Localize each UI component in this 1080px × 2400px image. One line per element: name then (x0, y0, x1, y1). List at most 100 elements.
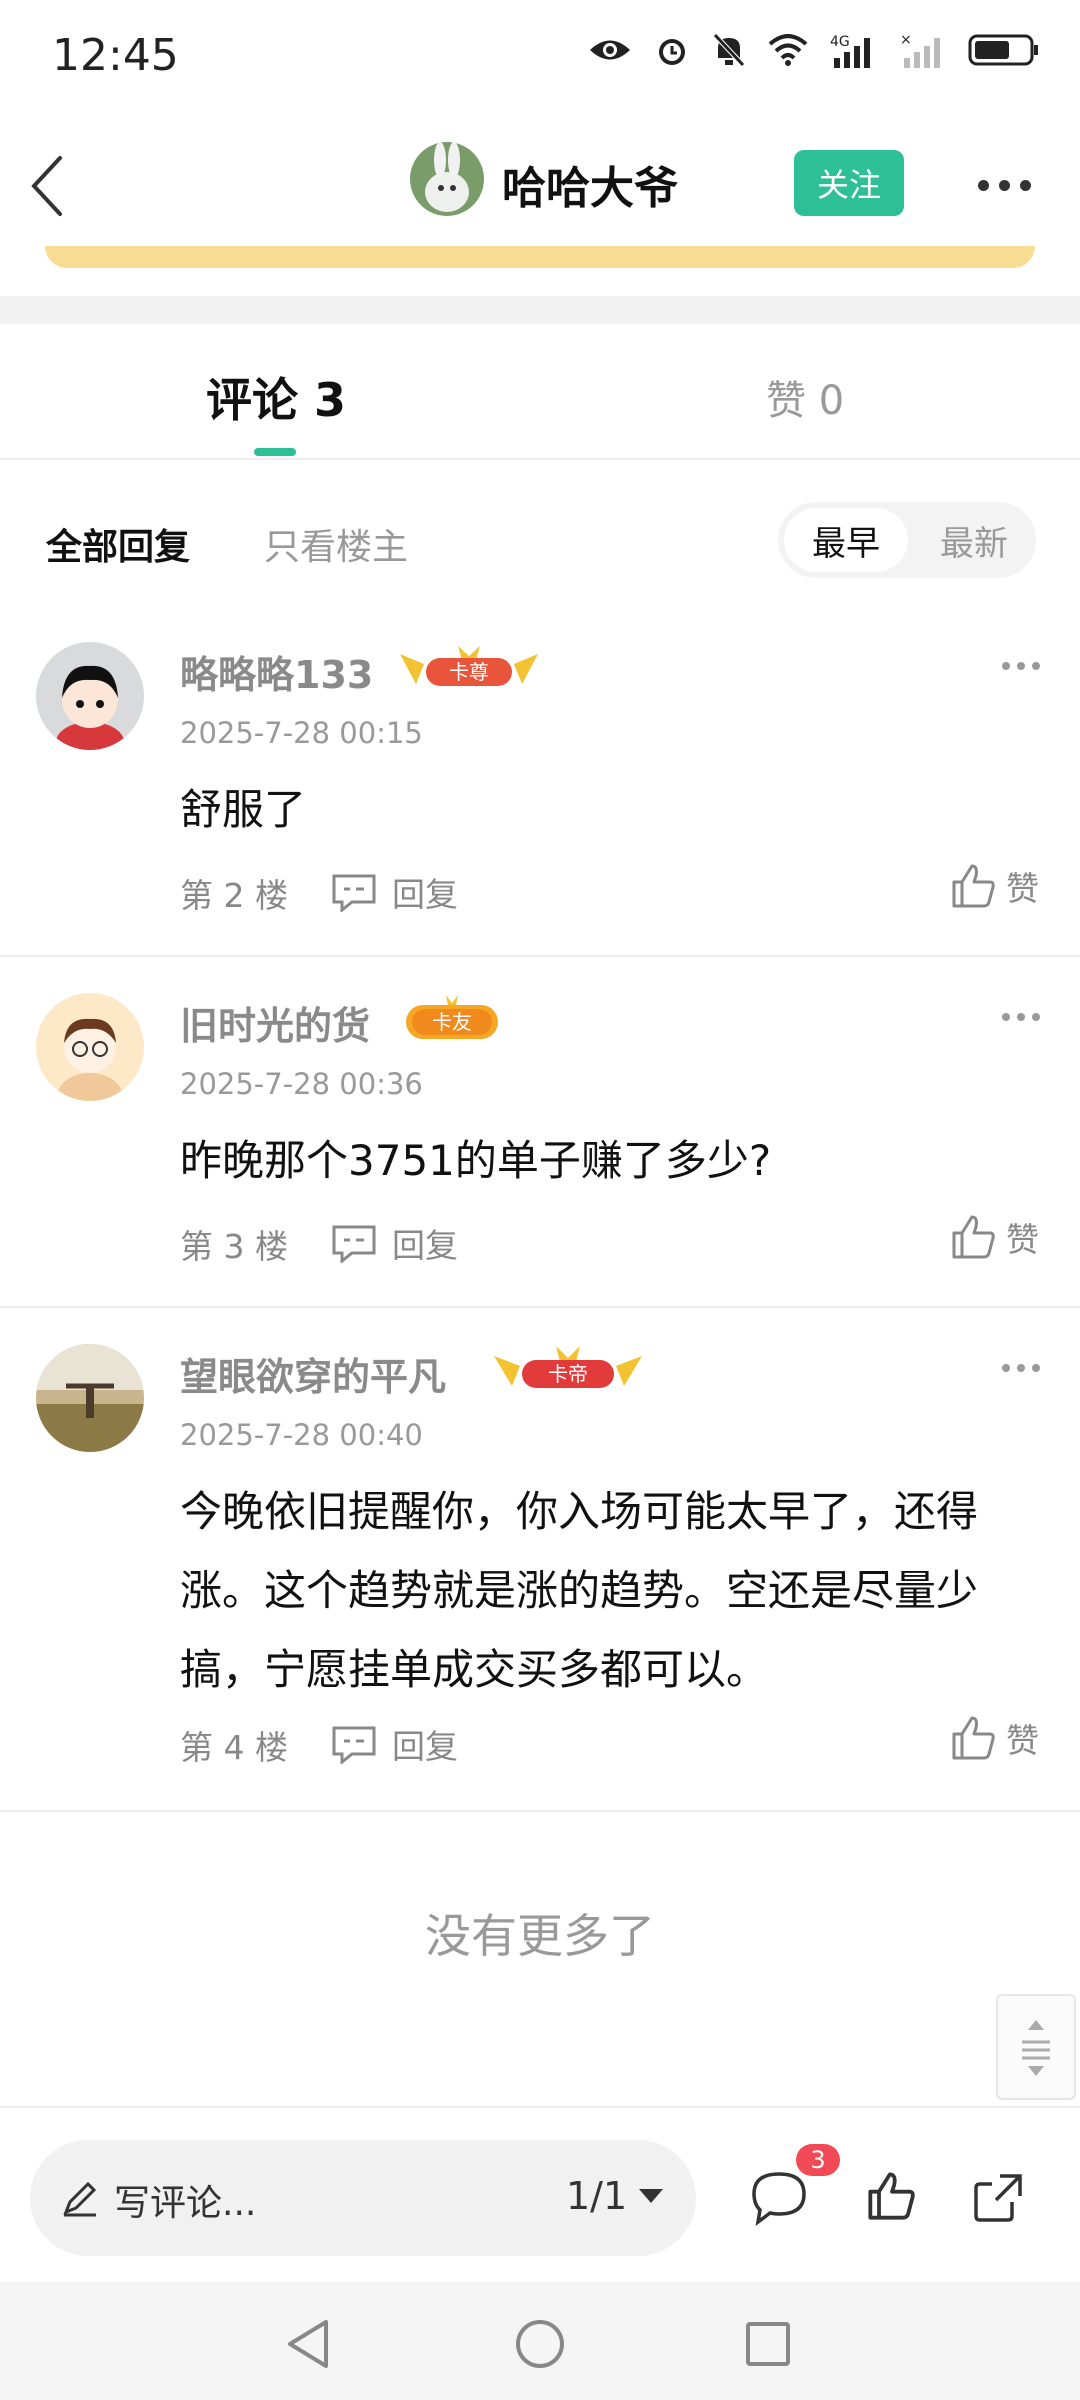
svg-text:4G: 4G (830, 34, 850, 50)
svg-text:卡友: 卡友 (432, 1010, 472, 1034)
comment-divider (0, 955, 1080, 957)
commenter-username[interactable]: 旧时光的货 (180, 995, 370, 1050)
scroll-handle-button[interactable] (996, 1994, 1076, 2100)
more-options-button[interactable] (978, 170, 1038, 200)
like-button[interactable]: 赞 (950, 1213, 1039, 1261)
like-label: 赞 (1006, 1721, 1039, 1760)
comment-time: 2025-7-28 00:40 (180, 1418, 423, 1452)
comment-bubble-icon (752, 2172, 806, 2227)
caret-down-icon (639, 2189, 664, 2203)
comment-divider (0, 1810, 1080, 1812)
bottom-action-bar: 写评论... 1/1 3 (0, 2106, 1080, 2284)
commenter-avatar[interactable] (36, 642, 144, 750)
system-nav-bar (0, 2282, 1080, 2400)
nav-back-icon[interactable] (284, 2318, 332, 2370)
reply-icon (332, 1225, 376, 1263)
status-icons: 4G × (588, 32, 1040, 68)
alarm-icon (659, 39, 685, 65)
reply-label: 回复 (392, 1226, 458, 1265)
signal-weak-icon: × (900, 32, 940, 68)
comments-button[interactable] (750, 2170, 808, 2230)
commenter-avatar[interactable] (36, 993, 144, 1101)
comment-divider (0, 1306, 1080, 1308)
thumbs-up-icon (868, 2172, 915, 2220)
nav-recents-icon[interactable] (744, 2320, 792, 2368)
comment-text: 昨晚那个3751的单子赚了多少? (180, 1136, 772, 1185)
commenter-avatar[interactable] (36, 1344, 144, 1452)
comment-input-placeholder: 写评论... (114, 2183, 257, 2224)
chevron-left-icon (31, 156, 62, 216)
comment-text: 今晚依旧提醒你，你入场可能太早了，还得涨。这个趋势就是涨的趋势。空还是尽量少搞，… (180, 1487, 979, 1694)
author-avatar[interactable] (410, 142, 484, 216)
eye-icon (590, 40, 630, 60)
comment-text: 舒服了 (180, 785, 307, 834)
section-divider (0, 296, 1080, 324)
thumbs-up-icon (952, 864, 995, 908)
dot-icon (978, 179, 989, 191)
member-badge: 卡帝 (490, 1344, 646, 1394)
reply-button[interactable]: 回复 (330, 1720, 458, 1768)
share-button[interactable] (970, 2170, 1026, 2230)
floor-number: 第 4 楼 (180, 1728, 288, 1767)
share-icon (974, 2174, 1022, 2222)
comment-time: 2025-7-28 00:15 (180, 716, 423, 750)
follow-button[interactable]: 关注 (794, 150, 904, 216)
svg-text:卡帝: 卡帝 (548, 1362, 588, 1386)
reply-icon (332, 874, 376, 912)
author-name[interactable]: 哈哈大爷 (502, 152, 678, 216)
svg-text:×: × (900, 32, 912, 48)
mute-bell-icon (713, 33, 745, 67)
status-bar: 12:45 4G × (0, 0, 1080, 120)
like-label: 赞 (1006, 1220, 1039, 1259)
tab-likes[interactable]: 赞 0 (766, 368, 844, 426)
reply-label: 回复 (392, 1727, 458, 1766)
comment-footer: 第 2 楼 回复 赞 (180, 864, 1050, 918)
like-button[interactable]: 赞 (950, 862, 1039, 910)
dot-icon (999, 179, 1010, 191)
filter-all-replies[interactable]: 全部回复 (46, 518, 190, 570)
back-button[interactable] (20, 150, 80, 220)
like-label: 赞 (1006, 869, 1039, 908)
floor-number: 第 3 楼 (180, 1227, 288, 1266)
comment-footer: 第 4 楼 回复 赞 (180, 1716, 1050, 1770)
member-badge: 卡友 (402, 993, 502, 1043)
comment-input[interactable]: 写评论... 1/1 (30, 2140, 696, 2256)
drag-handle-icon (1022, 2020, 1050, 2076)
status-time: 12:45 (52, 30, 179, 81)
floor-number: 第 2 楼 (180, 876, 288, 915)
like-button[interactable]: 赞 (950, 1714, 1039, 1762)
tab-comments[interactable]: 评论 3 (206, 364, 346, 430)
reply-button[interactable]: 回复 (330, 1219, 458, 1267)
sort-latest-button[interactable]: 最新 (912, 508, 1036, 572)
filter-op-only[interactable]: 只看楼主 (264, 518, 408, 570)
comment-count-badge: 3 (796, 2144, 840, 2176)
reply-button[interactable]: 回复 (330, 868, 458, 916)
like-post-button[interactable] (866, 2170, 918, 2226)
tab-bar: 评论 3 赞 0 (0, 324, 1080, 460)
sort-earliest-button[interactable]: 最早 (784, 508, 908, 572)
no-more-text: 没有更多了 (425, 1909, 655, 1963)
wifi-icon (768, 34, 808, 66)
comment-footer: 第 3 楼 回复 赞 (180, 1215, 1050, 1269)
member-badge: 卡尊 (396, 642, 542, 692)
page-indicator-text: 1/1 (566, 2174, 628, 2218)
signal-4g-icon: 4G (830, 34, 870, 68)
page-selector[interactable]: 1/1 (566, 2174, 664, 2218)
thumbs-up-icon (952, 1215, 995, 1259)
nav-home-icon[interactable] (514, 2318, 566, 2370)
reply-label: 回复 (392, 875, 458, 914)
top-nav-bar: 哈哈大爷 关注 (0, 120, 1080, 240)
comment-more-button[interactable] (1002, 1364, 1040, 1372)
commenter-username[interactable]: 望眼欲穿的平凡 (180, 1346, 446, 1401)
comment-more-button[interactable] (1002, 1013, 1040, 1021)
crown-badge-icon: 卡尊 (400, 646, 538, 686)
commenter-username[interactable]: 略略略133 (180, 644, 373, 699)
comment-time: 2025-7-28 00:36 (180, 1067, 423, 1101)
sort-toggle: 最早 最新 (778, 502, 1036, 578)
friend-badge-icon: 卡友 (406, 995, 498, 1039)
dot-icon (1020, 179, 1031, 191)
pencil-icon (63, 2181, 97, 2217)
reply-icon (332, 1726, 376, 1764)
comment-more-button[interactable] (1002, 662, 1040, 670)
svg-text:卡尊: 卡尊 (449, 660, 489, 684)
